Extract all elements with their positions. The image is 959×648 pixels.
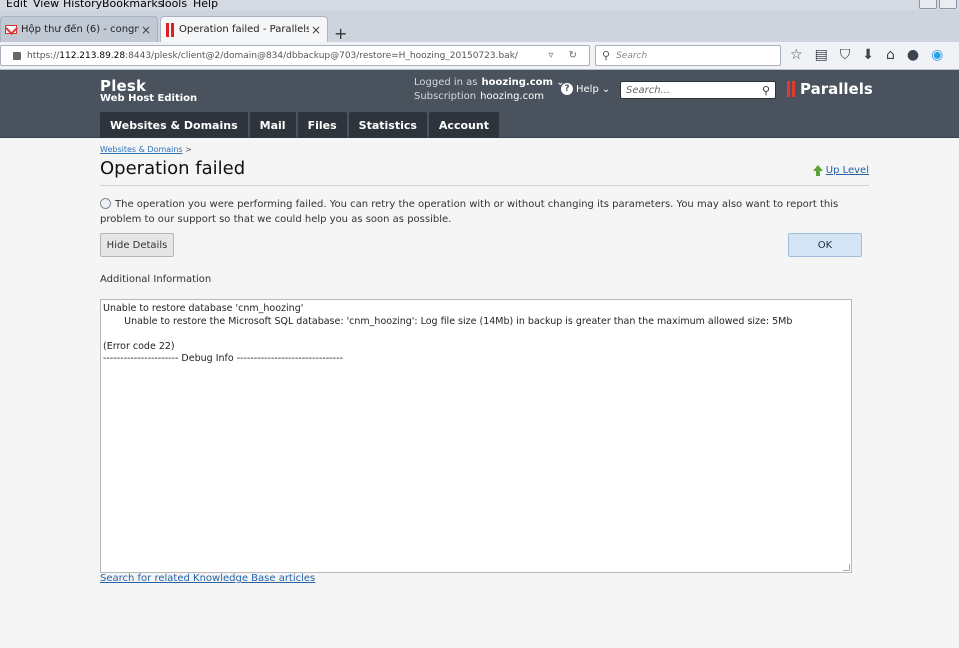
search-icon[interactable]: ⚲ <box>762 84 770 97</box>
reload-icon[interactable]: ▿ ↻ <box>548 50 583 61</box>
parallels-bars-icon <box>786 81 798 97</box>
page-title: Operation failed <box>100 158 246 179</box>
knowledge-base-link[interactable]: Search for related Knowledge Base articl… <box>100 573 315 584</box>
up-level-label: Up Level <box>825 165 869 176</box>
plesk-brand[interactable]: Plesk Web Host Edition <box>100 77 197 104</box>
plesk-header: Plesk Web Host Edition Logged in as hoozi… <box>0 70 959 138</box>
error-message: The operation you were performing failed… <box>100 197 860 227</box>
chat-icon[interactable]: ● <box>907 47 919 63</box>
browser-tabbar: Hộp thư đến (6) - congnv.... × Operation… <box>0 10 959 43</box>
login-info: Logged in as hoozing.com ⌄ Subscription ho… <box>414 76 565 104</box>
new-tab-button[interactable]: + <box>334 24 347 43</box>
error-message-text: The operation you were performing failed… <box>100 199 839 225</box>
breadcrumb-separator: > <box>185 145 192 154</box>
menu-edit[interactable]: Edit <box>6 0 27 10</box>
subscription-value[interactable]: hoozing.com <box>480 91 544 102</box>
tab-operation-failed[interactable]: Operation failed - Parallels ... × <box>160 16 328 42</box>
parallels-favicon-icon <box>165 22 175 37</box>
up-level-link[interactable]: Up Level <box>812 165 869 176</box>
tab-title: Hộp thư đến (6) - congnv.... <box>21 24 139 35</box>
help-menu[interactable]: ? Help ⌄ <box>561 83 610 95</box>
breadcrumb: Websites & Domains > <box>100 145 192 154</box>
error-details-text: Unable to restore database 'cnm_hoozing'… <box>103 303 793 364</box>
home-icon[interactable]: ⌂ <box>886 47 895 63</box>
tab-files[interactable]: Files <box>297 112 347 138</box>
window-controls <box>919 0 957 9</box>
tab-websites-domains[interactable]: Websites & Domains <box>100 112 248 138</box>
tab-mail[interactable]: Mail <box>249 112 296 138</box>
url-bar[interactable]: https://112.213.89.28:8443/plesk/client@… <box>0 45 590 66</box>
tab-close-icon[interactable]: × <box>309 23 323 37</box>
subscription-label: Subscription <box>414 91 477 102</box>
up-arrow-icon <box>812 165 823 176</box>
browser-search-bar[interactable]: ⚲ Search <box>595 45 781 66</box>
breadcrumb-websites-domains[interactable]: Websites & Domains <box>100 145 183 154</box>
plesk-main-nav: Websites & Domains Mail Files Statistics… <box>100 112 499 138</box>
divider <box>100 185 869 186</box>
menu-tools[interactable]: Tools <box>160 0 187 10</box>
chevron-down-icon: ⌄ <box>601 83 611 95</box>
browser-menubar: Edit View History Bookmarks Tools Help <box>0 0 959 10</box>
tab-close-icon[interactable]: × <box>139 23 153 37</box>
search-icon: ⚲ <box>602 49 611 62</box>
pocket-icon[interactable]: ⛉ <box>840 47 851 63</box>
skype-icon[interactable]: ◉ <box>931 47 943 63</box>
error-details-textarea[interactable]: Unable to restore database 'cnm_hoozing'… <box>100 299 852 573</box>
restore-button[interactable] <box>939 0 957 9</box>
search-placeholder: Search <box>616 50 648 61</box>
parallels-logo: Parallels <box>786 80 873 98</box>
menu-help[interactable]: Help <box>193 0 218 10</box>
lock-icon <box>13 51 21 60</box>
resize-grip[interactable] <box>843 564 850 571</box>
logged-in-user[interactable]: hoozing.com <box>482 77 553 88</box>
menu-view[interactable]: View <box>33 0 59 10</box>
download-icon[interactable]: ⬇ <box>862 47 874 63</box>
tab-statistics[interactable]: Statistics <box>348 112 427 138</box>
parallels-logo-text: Parallels <box>800 80 873 98</box>
plesk-search-placeholder: Search... <box>626 84 671 96</box>
bookmark-star-icon[interactable]: ☆ <box>790 47 803 63</box>
tab-account[interactable]: Account <box>428 112 499 138</box>
menu-history[interactable]: History <box>63 0 102 10</box>
minimize-button[interactable] <box>919 0 937 9</box>
logged-in-label: Logged in as <box>414 77 478 88</box>
ok-button[interactable]: OK <box>788 233 862 257</box>
help-label: Help <box>576 83 599 95</box>
plesk-search-input[interactable]: Search... ⚲ <box>620 81 776 99</box>
reading-list-icon[interactable]: ▤ <box>815 47 828 63</box>
menu-bookmarks[interactable]: Bookmarks <box>102 0 163 10</box>
additional-info-label: Additional Information <box>100 274 212 285</box>
gmail-icon <box>5 25 17 34</box>
error-status-icon <box>100 198 111 209</box>
hide-details-button[interactable]: Hide Details <box>100 233 174 257</box>
tab-gmail[interactable]: Hộp thư đến (6) - congnv.... × <box>0 16 158 42</box>
toolbar-icons: ☆ ▤ ⛉ ⬇ ⌂ ● ◉ <box>790 47 943 63</box>
help-icon: ? <box>561 83 573 95</box>
tab-title: Operation failed - Parallels ... <box>179 24 309 35</box>
brand-edition: Web Host Edition <box>100 93 198 104</box>
url-text: https://112.213.89.28:8443/plesk/client@… <box>27 50 518 61</box>
browser-navbar: https://112.213.89.28:8443/plesk/client@… <box>0 42 959 70</box>
